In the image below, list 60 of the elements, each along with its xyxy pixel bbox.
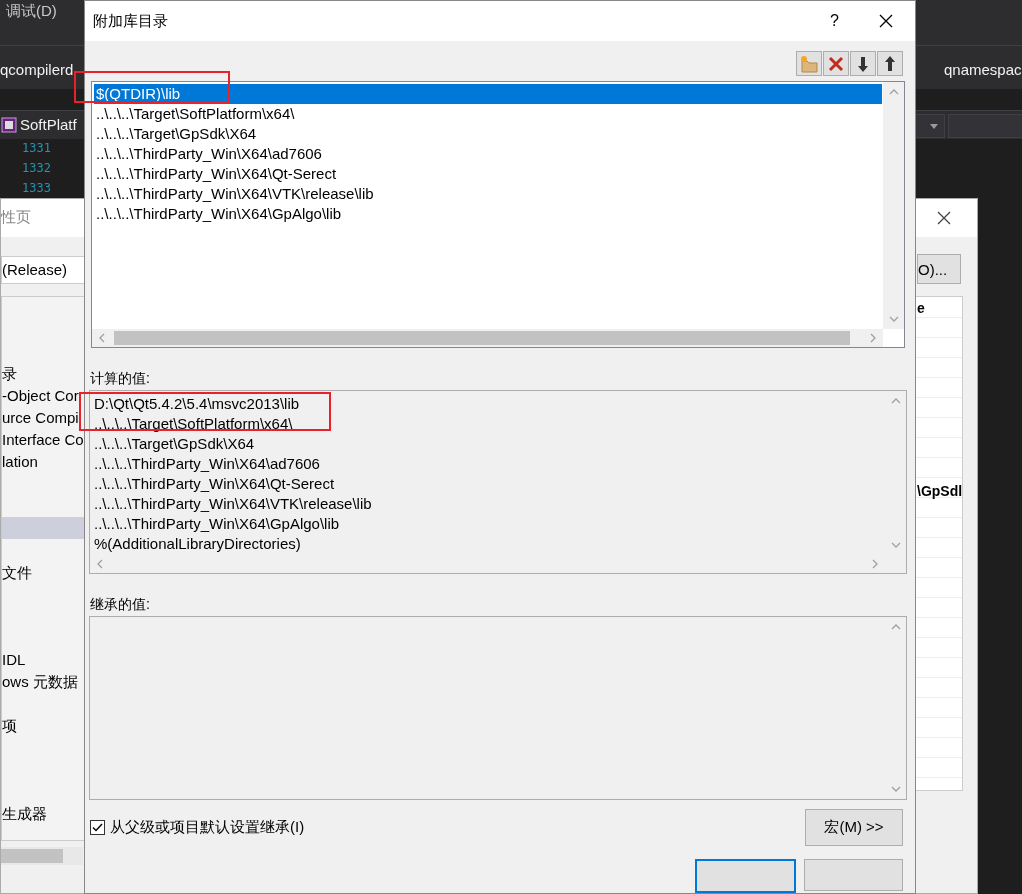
- document-tab[interactable]: qcompilerd: [0, 61, 74, 78]
- tree-item[interactable]: 文件: [2, 562, 86, 584]
- evaluated-item: ..\..\..\ThirdParty_Win\X64\VTK\release\lib: [93, 493, 372, 514]
- list-item[interactable]: ..\..\..\ThirdParty_Win\X64\ad7606: [94, 144, 882, 164]
- delete-button[interactable]: [823, 51, 849, 76]
- list-item[interactable]: ..\..\..\Target\GpSdk\X64: [94, 124, 882, 144]
- manager-button[interactable]: O)...: [917, 254, 961, 284]
- dialog-button[interactable]: [804, 859, 903, 891]
- evaluated-item: ..\..\..\Target\SoftPlatform\x64\: [93, 413, 293, 434]
- horizontal-scrollbar[interactable]: [1, 847, 83, 865]
- file-tab[interactable]: SoftPlatf: [20, 116, 77, 133]
- list-item[interactable]: ..\..\..\ThirdParty_Win\X64\Qt-Serect: [94, 164, 882, 184]
- tree-item[interactable]: IDL: [2, 649, 86, 671]
- column-header: e: [917, 300, 925, 316]
- evaluated-item: ..\..\..\ThirdParty_Win\X64\GpAlgo\lib: [93, 513, 340, 534]
- vertical-scrollbar[interactable]: [883, 82, 904, 329]
- caret-icon: [930, 124, 938, 129]
- dialog-title: 附加库目录: [93, 11, 169, 31]
- tree-item[interactable]: ows 元数据: [2, 671, 86, 693]
- horizontal-scrollbar[interactable]: [92, 328, 883, 347]
- new-folder-icon: [799, 54, 819, 73]
- move-down-button[interactable]: [850, 51, 876, 76]
- line-number: 1333: [22, 181, 51, 195]
- menu-item[interactable]: 调试(D): [6, 2, 57, 21]
- evaluated-item: D:\Qt\Qt5.4.2\5.4\msvc2013\lib: [93, 393, 300, 414]
- close-icon[interactable]: [879, 14, 893, 28]
- window-title: 性页: [1, 208, 31, 227]
- new-folder-button[interactable]: [796, 51, 822, 76]
- list-item[interactable]: $(QTDIR)\lib: [94, 84, 882, 104]
- tree-item[interactable]: 项: [2, 715, 86, 737]
- move-up-button[interactable]: [877, 51, 903, 76]
- close-icon[interactable]: [937, 211, 951, 225]
- checkbox[interactable]: [90, 820, 105, 835]
- document-tab[interactable]: qnamespac: [944, 61, 1022, 78]
- line-number: 1331: [22, 141, 51, 155]
- tree-item[interactable]: 生成器: [2, 803, 86, 825]
- delete-icon: [827, 54, 845, 73]
- tree-item[interactable]: Interface Co: [2, 429, 86, 451]
- evaluated-label: 计算的值:: [90, 369, 151, 388]
- inherit-checkbox[interactable]: 从父级或项目默认设置继承(I): [90, 818, 805, 837]
- tree-item[interactable]: 录: [2, 363, 86, 385]
- evaluated-item: ..\..\..\ThirdParty_Win\X64\Qt-Serect: [93, 473, 335, 494]
- help-button[interactable]: ?: [830, 12, 839, 30]
- arrow-up-icon: [883, 54, 897, 73]
- line-number: 1332: [22, 161, 51, 175]
- arrow-down-icon: [856, 54, 870, 73]
- macros-button[interactable]: 宏(M) >>: [805, 809, 903, 846]
- checkbox-label: 从父级或项目默认设置继承(I): [110, 818, 305, 837]
- configuration-dropdown[interactable]: (Release): [1, 256, 86, 284]
- tree-item[interactable]: lation: [2, 451, 86, 473]
- evaluated-item: ..\..\..\ThirdParty_Win\X64\ad7606: [93, 453, 320, 474]
- class-icon: [1, 117, 17, 133]
- list-item[interactable]: ..\..\..\ThirdParty_Win\X64\VTK\release\lib: [94, 184, 882, 204]
- dialog-button[interactable]: [695, 859, 796, 893]
- property-value: \GpSdl: [917, 483, 963, 499]
- evaluated-item: %(AdditionalLibraryDirectories): [93, 533, 301, 554]
- list-item[interactable]: ..\..\..\ThirdParty_Win\X64\GpAlgo\lib: [94, 204, 882, 224]
- inherited-label: 继承的值:: [90, 596, 151, 615]
- list-item[interactable]: ..\..\..\Target\SoftPlatform\x64\: [94, 104, 882, 124]
- evaluated-item: ..\..\..\Target\GpSdk\X64: [93, 433, 255, 454]
